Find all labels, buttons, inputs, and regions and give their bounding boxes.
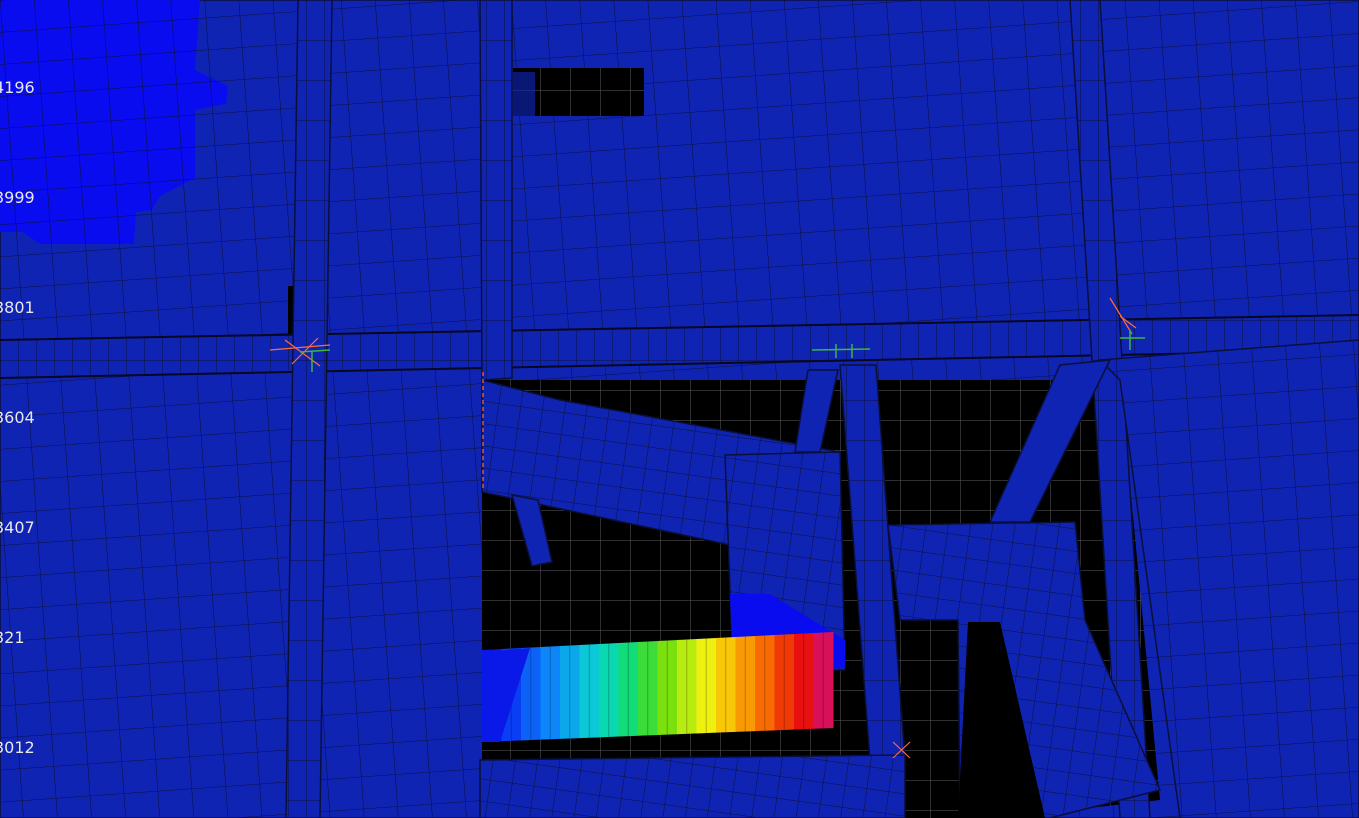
fea-viewport[interactable]: 4196 3999 3801 3604 3407 321 3012 [0, 0, 1359, 818]
opening-top-fan [513, 72, 535, 116]
mesh-scene[interactable] [0, 0, 1359, 818]
stress-contour-strip [482, 631, 834, 742]
stiffener-vertical-mid-grid [480, 0, 512, 380]
floor-plate-grid [480, 755, 905, 818]
